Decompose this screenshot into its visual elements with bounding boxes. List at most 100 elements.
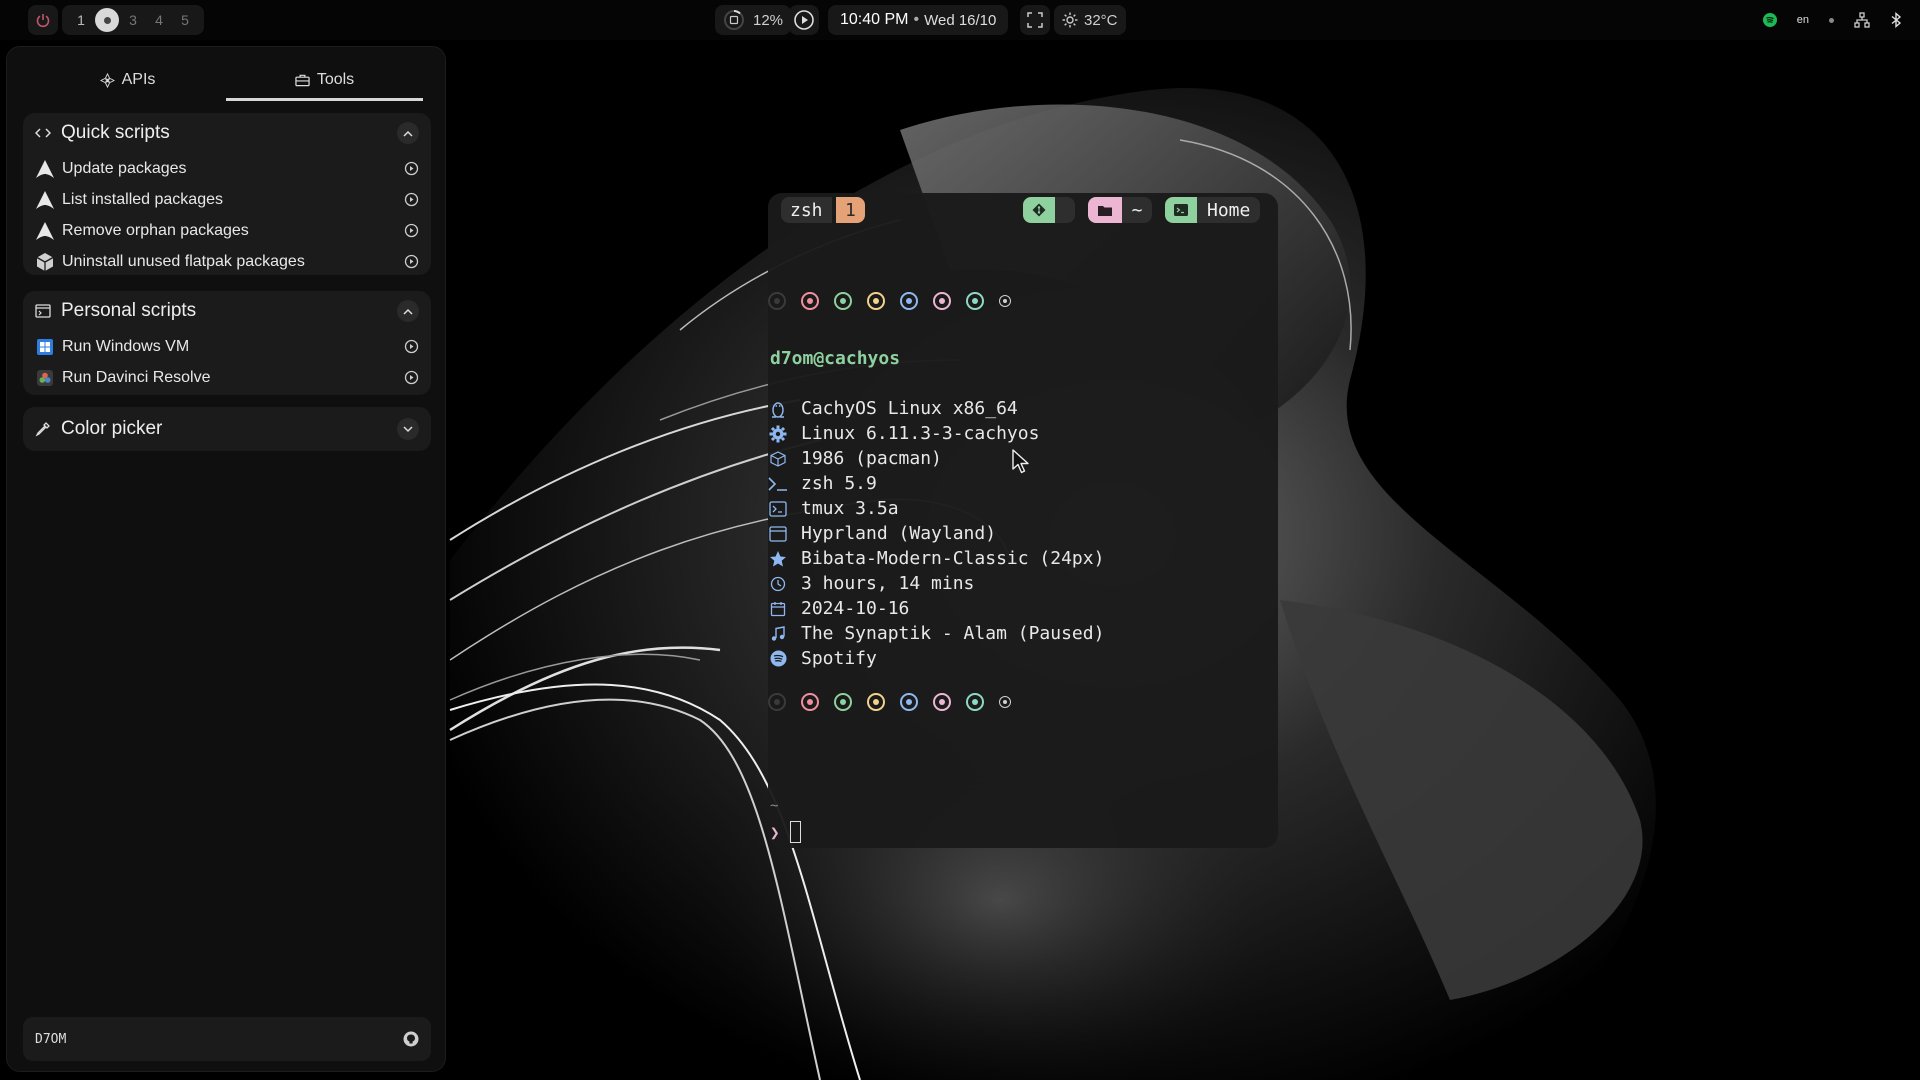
workspace-2-active[interactable] — [95, 8, 119, 32]
info-os: CachyOS Linux x86_64 — [768, 396, 1018, 421]
run-icon[interactable] — [404, 192, 419, 207]
run-icon[interactable] — [404, 161, 419, 176]
chevron-up-icon[interactable] — [397, 122, 419, 144]
code-icon — [35, 128, 51, 138]
workspace-5[interactable]: 5 — [172, 7, 198, 33]
palette-swatch — [999, 295, 1011, 307]
script-label: List installed packages — [62, 190, 223, 208]
keyboard-language[interactable]: en — [1797, 14, 1809, 26]
run-icon[interactable] — [404, 254, 419, 269]
arch-icon — [36, 190, 54, 209]
palette-swatch — [867, 292, 885, 310]
info-text: Bibata-Modern-Classic (24px) — [801, 548, 1105, 569]
weather-indicator[interactable]: 32°C — [1054, 5, 1126, 35]
personal-scripts-header[interactable]: Personal scripts — [23, 291, 431, 331]
chevron-down-icon[interactable] — [397, 418, 419, 440]
run-icon[interactable] — [404, 339, 419, 354]
tab-tools-label: Tools — [316, 70, 355, 88]
info-shell: zsh 5.9 — [768, 471, 877, 496]
workspace-4[interactable]: 4 — [146, 7, 172, 33]
spotify-tray-icon[interactable] — [1762, 13, 1777, 27]
power-button[interactable] — [28, 5, 58, 35]
chevron-up-icon[interactable] — [397, 300, 419, 322]
cpu-indicator[interactable]: 12% — [715, 5, 792, 35]
terminal-window[interactable]: zsh 1 ~ Home d7om@cachyos CachyOS Linux … — [768, 193, 1278, 848]
temperature: 32°C — [1084, 11, 1118, 29]
terminal-icon — [1165, 197, 1197, 223]
info-text: The Synaptik - Alam (Paused) — [801, 623, 1105, 644]
music-note-icon — [768, 625, 788, 642]
network-icon[interactable] — [1854, 12, 1870, 28]
workspace-1[interactable]: 1 — [68, 7, 94, 33]
color-palette-bottom — [768, 693, 1011, 711]
sun-icon — [1062, 12, 1078, 28]
apis-icon — [99, 72, 115, 88]
script-label: Update packages — [62, 159, 187, 177]
fullscreen-icon — [1027, 12, 1043, 28]
script-run-davinci-resolve[interactable]: Run Davinci Resolve — [23, 362, 431, 393]
prompt-line[interactable]: ❯ — [770, 821, 801, 843]
tmux-window-name[interactable]: zsh — [781, 197, 832, 223]
clock-icon — [768, 576, 788, 592]
info-wm: Hyprland (Wayland) — [768, 521, 996, 546]
flatpak-icon — [36, 252, 54, 271]
info-text: Linux 6.11.3-3-cachyos — [801, 423, 1040, 444]
script-update-packages[interactable]: Update packages — [23, 153, 431, 184]
footer-username: D7OM — [35, 1031, 67, 1047]
info-text: CachyOS Linux x86_64 — [801, 398, 1018, 419]
package-icon — [768, 450, 788, 467]
workspace-switcher: 1 3 4 5 — [62, 5, 204, 35]
tmux-status-bar: zsh 1 ~ Home — [768, 193, 1278, 227]
info-cursor: Bibata-Modern-Classic (24px) — [768, 546, 1104, 571]
prompt-symbol: ❯ — [770, 822, 780, 842]
info-text: 2024-10-16 — [801, 598, 910, 619]
run-icon[interactable] — [404, 370, 419, 385]
color-picker-card[interactable]: Color picker — [23, 407, 431, 451]
tmux-window-number[interactable]: 1 — [836, 197, 865, 223]
palette-swatch — [801, 693, 819, 711]
script-uninstall-unused-flatpak[interactable]: Uninstall unused flatpak packages — [23, 246, 431, 277]
github-icon[interactable] — [403, 1031, 419, 1047]
fullscreen-button[interactable] — [1020, 5, 1050, 35]
media-play-button[interactable] — [789, 5, 819, 35]
arch-icon — [36, 221, 54, 240]
clock-separator: • — [913, 11, 920, 28]
palette-swatch — [933, 292, 951, 310]
script-remove-orphan-packages[interactable]: Remove orphan packages — [23, 215, 431, 246]
info-date: 2024-10-16 — [768, 596, 909, 621]
tmux-session-name[interactable]: Home — [1197, 197, 1261, 223]
cpu-ring-icon — [724, 10, 744, 30]
info-text: tmux 3.5a — [801, 498, 899, 519]
clock-date: Wed 16/10 — [924, 11, 997, 29]
arch-icon — [36, 159, 54, 178]
bluetooth-icon[interactable] — [1890, 12, 1902, 28]
sidebar-tabs: APIs Tools — [29, 61, 423, 101]
info-text: Hyprland (Wayland) — [801, 523, 997, 544]
quick-scripts-header[interactable]: Quick scripts — [23, 113, 431, 153]
palette-swatch — [933, 693, 951, 711]
workspace-3[interactable]: 3 — [120, 7, 146, 33]
calendar-icon — [768, 601, 788, 617]
info-terminal: tmux 3.5a — [768, 496, 899, 521]
palette-swatch — [999, 696, 1011, 708]
color-picker-title: Color picker — [61, 418, 163, 439]
folder-icon — [1088, 197, 1122, 223]
window-icon — [768, 525, 788, 542]
text-cursor — [789, 821, 801, 843]
quick-scripts-title: Quick scripts — [61, 122, 170, 143]
script-list-installed-packages[interactable]: List installed packages — [23, 184, 431, 215]
personal-scripts-title: Personal scripts — [61, 300, 197, 321]
info-uptime: 3 hours, 14 mins — [768, 571, 974, 596]
gear-icon — [768, 425, 788, 443]
color-picker-header[interactable]: Color picker — [23, 407, 431, 451]
terminal-window-icon — [35, 304, 51, 318]
tab-tools[interactable]: Tools — [226, 61, 423, 101]
clock[interactable]: 10:40 PM • Wed 16/10 — [828, 5, 1009, 35]
info-packages: 1986 (pacman) — [768, 446, 942, 471]
tab-apis[interactable]: APIs — [29, 61, 226, 101]
info-player: Spotify — [768, 646, 877, 671]
top-bar: 1 3 4 5 12% 10:40 PM • Wed 16/10 32°C en — [0, 0, 1920, 40]
script-run-windows-vm[interactable]: Run Windows VM — [23, 331, 431, 362]
git-icon — [1023, 197, 1055, 223]
run-icon[interactable] — [404, 223, 419, 238]
